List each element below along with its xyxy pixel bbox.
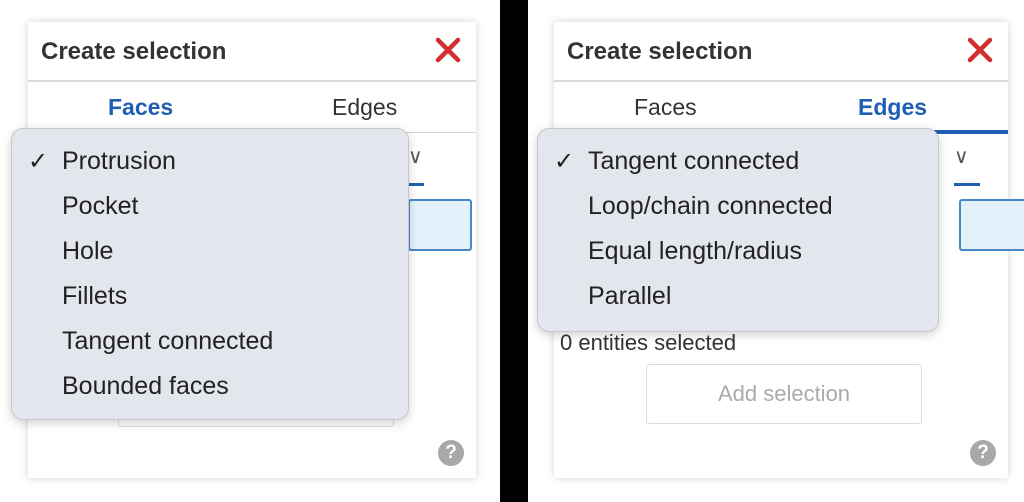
help-icon[interactable]: ?: [438, 440, 464, 466]
selection-input[interactable]: [408, 199, 472, 251]
menu-item-label: Bounded faces: [62, 372, 229, 400]
dropdown-underline: [408, 183, 424, 186]
menu-item-label: Protrusion: [62, 147, 176, 175]
menu-item-label: Pocket: [62, 192, 139, 220]
menu-item-label: Tangent connected: [62, 327, 274, 355]
menu-item-fillets[interactable]: Fillets: [12, 282, 408, 316]
dropdown-underline: [954, 183, 980, 186]
face-type-dropdown-menu: ✓ Protrusion Pocket Hole Fillets Tangent…: [11, 128, 409, 420]
edge-type-dropdown-menu: ✓ Tangent connected Loop/chain connected…: [537, 128, 939, 332]
close-icon[interactable]: [434, 36, 462, 64]
chevron-down-icon: ∨: [408, 146, 423, 168]
tab-faces[interactable]: Faces: [634, 94, 697, 121]
right-panel: Create selection Faces Edges ∨ 0 entitie…: [528, 0, 1024, 502]
close-icon[interactable]: [966, 36, 994, 64]
menu-item-equal-length-radius[interactable]: Equal length/radius: [538, 237, 938, 271]
header-divider: [28, 80, 476, 82]
menu-item-label: Hole: [62, 237, 114, 265]
tab-edges[interactable]: Edges: [858, 94, 927, 121]
menu-item-hole[interactable]: Hole: [12, 237, 408, 271]
menu-item-pocket[interactable]: Pocket: [12, 192, 408, 226]
left-panel: Create selection Faces Edges ∨ ? ✓ Protr…: [0, 0, 500, 502]
menu-item-label: Loop/chain connected: [588, 192, 833, 220]
tab-faces[interactable]: Faces: [108, 94, 173, 121]
dialog-title: Create selection: [41, 38, 227, 65]
help-icon[interactable]: ?: [970, 440, 996, 466]
menu-item-label: Tangent connected: [588, 147, 800, 175]
menu-item-label: Fillets: [62, 282, 128, 310]
tab-edges[interactable]: Edges: [332, 94, 397, 121]
checkmark-icon: ✓: [554, 148, 575, 175]
menu-item-tangent-connected[interactable]: Tangent connected: [12, 327, 408, 361]
menu-item-tangent-connected[interactable]: ✓ Tangent connected: [538, 147, 938, 181]
menu-item-protrusion[interactable]: ✓ Protrusion: [12, 147, 408, 181]
selection-input[interactable]: [959, 199, 1024, 251]
dialog-title: Create selection: [567, 38, 753, 65]
menu-item-parallel[interactable]: Parallel: [538, 282, 938, 316]
chevron-down-icon: ∨: [954, 146, 969, 168]
menu-item-bounded-faces[interactable]: Bounded faces: [12, 372, 408, 406]
checkmark-icon: ✓: [28, 148, 49, 175]
menu-item-loop-chain-connected[interactable]: Loop/chain connected: [538, 192, 938, 226]
menu-item-label: Equal length/radius: [588, 237, 803, 265]
panel-divider: [500, 0, 528, 502]
entities-selected-status: 0 entities selected: [560, 330, 737, 355]
menu-item-label: Parallel: [588, 282, 672, 310]
add-selection-button[interactable]: Add selection: [646, 364, 922, 424]
header-divider: [554, 80, 1008, 82]
